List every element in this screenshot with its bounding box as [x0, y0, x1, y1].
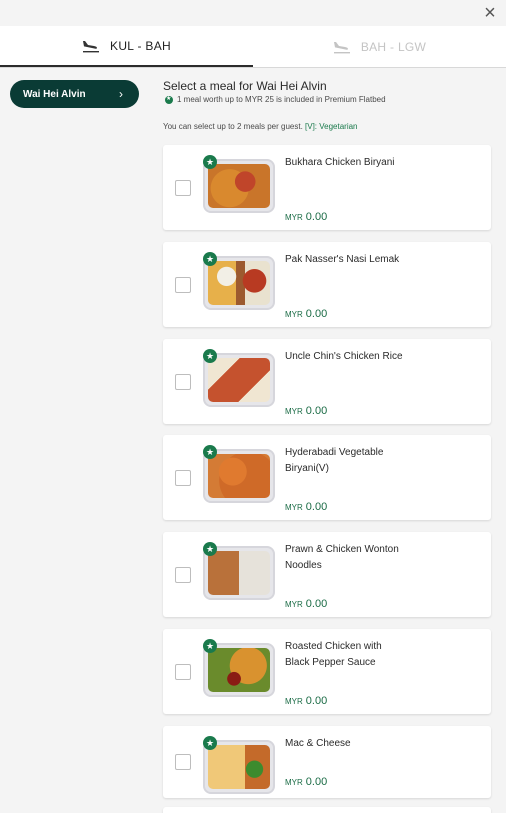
meal-currency: MYR: [285, 213, 303, 222]
meal-price-amount: 0.00: [305, 501, 328, 513]
close-icon[interactable]: ×: [480, 3, 500, 24]
meal-currency: MYR: [285, 407, 303, 416]
meal-checkbox[interactable]: [175, 754, 191, 770]
meal-card[interactable]: ★ Roasted Chicken with Black Pepper Sauce…: [163, 629, 491, 714]
meal-currency: MYR: [285, 310, 303, 319]
meal-name: Roasted Chicken with Black Pepper Sauce: [285, 641, 382, 668]
tab-label: KUL - BAH: [110, 38, 171, 53]
meal-card[interactable]: ★ Bukhara Chicken Biryani MYR 0.00: [163, 145, 491, 230]
page-title: Select a meal for Wai Hei Alvin: [163, 79, 327, 93]
meal-price: MYR 0.00: [285, 207, 327, 225]
meal-card[interactable]: ★ Uncle Chin's Chicken Rice MYR 0.00: [163, 339, 491, 424]
meal-currency: MYR: [285, 778, 303, 787]
meal-card[interactable]: ★ Mac & Cheese MYR 0.00: [163, 726, 491, 798]
tab-kul-bah[interactable]: KUL - BAH: [0, 26, 253, 67]
meal-currency: MYR: [285, 503, 303, 512]
meal-price-amount: 0.00: [305, 211, 328, 223]
meal-price: MYR 0.00: [285, 304, 327, 322]
vegetarian-legend: [V]: Vegetarian: [305, 122, 358, 131]
meal-price: MYR 0.00: [285, 594, 327, 612]
star-badge-icon: ★: [203, 252, 217, 266]
chevron-right-icon: ›: [119, 87, 123, 101]
meal-currency: MYR: [285, 697, 303, 706]
limit-note-text: You can select up to 2 meals per guest.: [163, 122, 306, 131]
plane-landing-icon: [333, 41, 350, 53]
flight-tabs: KUL - BAH BAH - LGW: [0, 26, 506, 68]
meal-name: Prawn & Chicken Wonton Noodles: [285, 544, 399, 571]
meal-card[interactable]: ★ Prawn & Chicken Wonton Noodles MYR 0.00: [163, 532, 491, 617]
star-badge-icon: ★: [203, 155, 217, 169]
meal-card[interactable]: ★ Pak Nasser's Nasi Lemak MYR 0.00: [163, 242, 491, 327]
meal-name: Uncle Chin's Chicken Rice: [285, 351, 403, 362]
meal-price-amount: 0.00: [305, 776, 328, 788]
meal-price: MYR 0.00: [285, 772, 327, 790]
star-badge-icon: ★: [203, 542, 217, 556]
meal-currency: MYR: [285, 600, 303, 609]
meal-price: MYR 0.00: [285, 497, 327, 515]
meal-checkbox[interactable]: [175, 470, 191, 486]
star-badge-icon: [165, 95, 173, 104]
meal-card[interactable]: [163, 807, 491, 813]
tab-bah-lgw[interactable]: BAH - LGW: [253, 26, 506, 67]
meal-name: Hyderabadi Vegetable Biryani(V): [285, 447, 384, 474]
meal-name: Pak Nasser's Nasi Lemak: [285, 254, 400, 265]
meal-price-amount: 0.00: [305, 598, 328, 610]
star-badge-icon: ★: [203, 736, 217, 750]
meal-checkbox[interactable]: [175, 180, 191, 196]
meal-price: MYR 0.00: [285, 691, 327, 709]
meal-limit-note: You can select up to 2 meals per guest. …: [163, 122, 358, 131]
star-badge-icon: ★: [203, 639, 217, 653]
passenger-name: Wai Hei Alvin: [23, 88, 86, 100]
included-note: 1 meal worth up to MYR 25 is included in…: [165, 95, 386, 104]
meal-card[interactable]: ★ Hyderabadi Vegetable Biryani(V) MYR 0.00: [163, 435, 491, 520]
meal-checkbox[interactable]: [175, 374, 191, 390]
meal-price-amount: 0.00: [305, 695, 328, 707]
meal-checkbox[interactable]: [175, 567, 191, 583]
tab-label: BAH - LGW: [360, 39, 427, 54]
meal-name: Mac & Cheese: [285, 738, 351, 749]
passenger-sidebar: Wai Hei Alvin ›: [0, 68, 150, 813]
passenger-selector[interactable]: Wai Hei Alvin ›: [10, 80, 139, 108]
star-badge-icon: ★: [203, 349, 217, 363]
included-note-text: 1 meal worth up to MYR 25 is included in…: [177, 95, 386, 104]
meal-checkbox[interactable]: [175, 664, 191, 680]
meal-price-amount: 0.00: [305, 308, 328, 320]
star-badge-icon: ★: [203, 445, 217, 459]
meal-checkbox[interactable]: [175, 277, 191, 293]
plane-landing-icon: [83, 40, 100, 52]
meal-price-amount: 0.00: [305, 405, 328, 417]
meal-price: MYR 0.00: [285, 401, 327, 419]
meal-name: Bukhara Chicken Biryani: [285, 157, 395, 168]
